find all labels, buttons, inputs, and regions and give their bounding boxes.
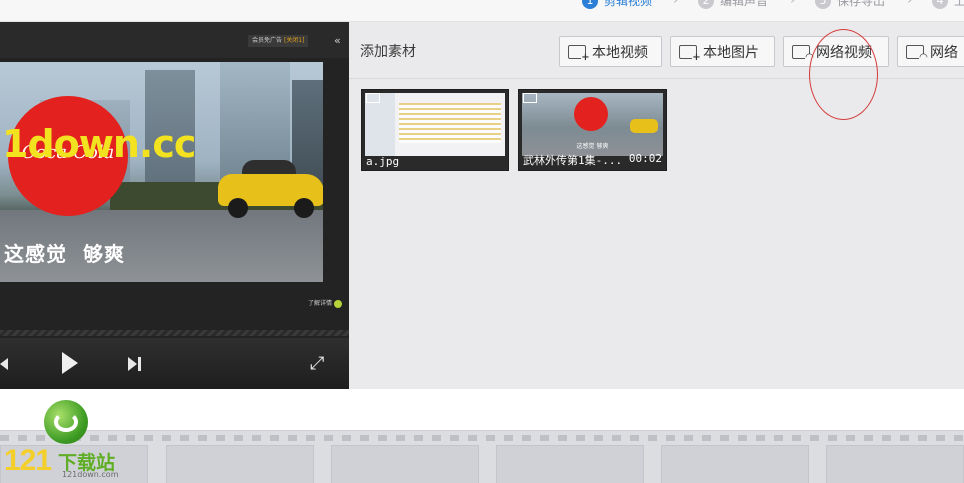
step-save-export[interactable]: 3 保存导出 <box>815 0 885 9</box>
add-materials-title: 添加素材 <box>360 44 416 60</box>
player-controls: ⤢ <box>0 338 349 389</box>
timeline-slot[interactable] <box>331 445 479 483</box>
highlight-circle <box>809 29 878 120</box>
watermark-text: 1down.cc <box>2 122 196 166</box>
step-edit-video[interactable]: 1 剪辑视频 <box>582 0 652 9</box>
thumbnail-subtitle: 这感觉 够爽 <box>576 143 609 150</box>
video-subtitle: 这感觉 够爽 <box>4 238 125 267</box>
chevron-right-icon: › <box>907 0 913 8</box>
network-image-icon: ◠ <box>906 44 928 63</box>
material-duration: 00:02 <box>628 152 662 165</box>
yellow-car <box>218 160 323 218</box>
network-image-button[interactable]: ◠ 网络 <box>897 36 964 67</box>
ad-close-link[interactable]: [关闭1] <box>284 37 305 44</box>
ad-tag[interactable]: 会员免广告 [关闭1] <box>248 35 309 47</box>
site-logo: 121 下载站 121down.com <box>4 400 130 480</box>
timeline-slot[interactable] <box>166 445 314 483</box>
timeline-slot[interactable] <box>496 445 644 483</box>
fullscreen-icon[interactable]: ⤢ <box>310 354 330 374</box>
add-video-icon: + <box>568 44 590 63</box>
step-label: 上 <box>954 0 964 8</box>
material-name: a.jpg <box>366 155 400 168</box>
material-name: 武林外传第1集-... <box>523 154 623 167</box>
timeline-ruler <box>0 435 964 441</box>
detail-link[interactable]: 了解详情 <box>308 298 343 308</box>
materials-header: 添加素材 + 本地视频 + 本地图片 ◠ 网络视频 ◠ 网络 <box>349 22 964 120</box>
collapse-panel-icon[interactable]: « <box>334 34 341 47</box>
logo-number: 121 <box>4 444 52 477</box>
step-number: 1 <box>582 0 598 9</box>
local-video-button[interactable]: + 本地视频 <box>559 36 662 67</box>
step-number: 3 <box>815 0 831 9</box>
image-file-icon <box>366 93 380 103</box>
subtitle-right: 够爽 <box>83 242 125 266</box>
button-label: 本地视频 <box>592 44 648 61</box>
step-number: 2 <box>698 0 714 9</box>
detail-link-label: 了解详情 <box>308 300 333 307</box>
video-player: 会员免广告 [关闭1] « Coca-Cola 1down.cc 这感觉 够爽 了… <box>0 22 349 389</box>
next-icon[interactable] <box>128 357 142 371</box>
network-video-icon: ◠ <box>792 44 814 63</box>
add-image-icon: + <box>679 44 701 63</box>
player-topbar: 会员免广告 [关闭1] « <box>0 22 349 58</box>
previous-icon[interactable] <box>0 358 8 370</box>
step-upload[interactable]: 4 上 <box>932 0 964 9</box>
material-item[interactable]: a.jpg <box>361 89 509 171</box>
chevron-right-icon: › <box>790 0 796 8</box>
step-number: 4 <box>932 0 948 9</box>
material-item[interactable]: 这感觉 够爽 武林外传第1集-... 00:02 <box>518 89 667 171</box>
download-globe-icon <box>44 400 88 444</box>
timeline <box>0 430 964 483</box>
step-edit-audio[interactable]: 2 编辑声音 <box>698 0 768 9</box>
material-thumbnail: 这感觉 够爽 <box>522 93 663 156</box>
materials-panel: 添加素材 + 本地视频 + 本地图片 ◠ 网络视频 ◠ 网络 a.jpg 这感觉… <box>349 22 964 389</box>
timeline-slot[interactable] <box>661 445 809 483</box>
video-file-icon <box>523 93 537 103</box>
subtitle-left: 这感觉 <box>4 242 67 266</box>
step-label: 剪辑视频 <box>604 0 653 8</box>
button-label: 本地图片 <box>703 44 759 61</box>
button-label: 网络 <box>930 44 958 61</box>
play-icon[interactable] <box>62 352 78 374</box>
logo-url: 121down.com <box>62 470 119 479</box>
video-preview[interactable]: Coca-Cola 1down.cc 这感觉 够爽 <box>0 62 323 282</box>
timeline-slot[interactable] <box>826 445 964 483</box>
arrow-circle-icon <box>334 299 343 308</box>
steps-bar: 1 剪辑视频 › 2 编辑声音 › 3 保存导出 › 4 上 <box>0 0 964 22</box>
chevron-right-icon: › <box>673 0 679 8</box>
ad-tag-label: 会员免广告 <box>252 37 283 44</box>
material-thumbnail <box>365 93 505 156</box>
progress-bar[interactable] <box>0 330 349 336</box>
step-label: 保存导出 <box>837 0 886 8</box>
local-image-button[interactable]: + 本地图片 <box>670 36 775 67</box>
step-label: 编辑声音 <box>720 0 769 8</box>
